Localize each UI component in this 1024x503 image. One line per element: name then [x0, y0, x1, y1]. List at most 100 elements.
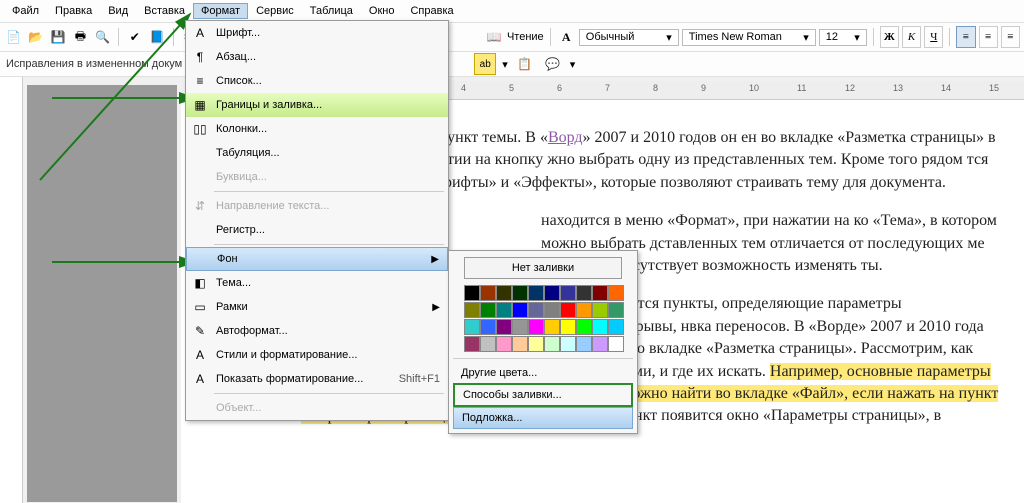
color-swatch[interactable]: [560, 285, 576, 301]
para-icon[interactable]: A: [557, 26, 576, 48]
menu-item[interactable]: Табуляция...: [186, 141, 448, 165]
menu-item[interactable]: ✎Автоформат...: [186, 319, 448, 343]
menu-item[interactable]: ◧Тема...: [186, 271, 448, 295]
align-center-button[interactable]: ≡: [979, 26, 998, 48]
color-swatch[interactable]: [464, 302, 480, 318]
color-swatch[interactable]: [528, 336, 544, 352]
other-colors-item[interactable]: Другие цвета...: [453, 363, 633, 383]
menu-item-icon: ≡: [191, 72, 209, 90]
research-icon[interactable]: 📘: [147, 26, 166, 48]
menu-help[interactable]: Справка: [402, 3, 461, 19]
color-swatch[interactable]: [544, 285, 560, 301]
menu-window[interactable]: Окно: [361, 3, 403, 19]
menu-file[interactable]: Файл: [4, 3, 47, 19]
font-combo[interactable]: Times New Roman▾: [682, 29, 816, 46]
color-swatch[interactable]: [496, 302, 512, 318]
menu-item[interactable]: AСтили и форматирование...: [186, 343, 448, 367]
color-swatch[interactable]: [464, 336, 480, 352]
menu-edit[interactable]: Правка: [47, 3, 100, 19]
color-swatch[interactable]: [592, 319, 608, 335]
menu-item[interactable]: ▦Границы и заливка...: [186, 93, 448, 117]
color-swatch[interactable]: [560, 302, 576, 318]
color-swatch[interactable]: [592, 285, 608, 301]
color-swatch[interactable]: [560, 319, 576, 335]
menu-item-icon: ✎: [191, 322, 209, 340]
menu-item[interactable]: ▯▯Колонки...: [186, 117, 448, 141]
color-swatch[interactable]: [528, 319, 544, 335]
menu-item-icon: A: [191, 370, 209, 388]
color-swatch[interactable]: [528, 302, 544, 318]
menu-item-label: Шрифт...: [216, 27, 260, 39]
menu-item[interactable]: AПоказать форматирование...Shift+F1: [186, 367, 448, 391]
balloon-icon[interactable]: 💬: [542, 53, 564, 75]
menu-item-icon: A: [191, 346, 209, 364]
link-word[interactable]: Ворд: [548, 129, 583, 146]
fill-methods-item[interactable]: Способы заливки...: [453, 383, 633, 407]
color-swatch[interactable]: [608, 336, 624, 352]
color-swatch[interactable]: [592, 302, 608, 318]
highlight-icon[interactable]: ab: [474, 53, 496, 75]
color-swatch[interactable]: [608, 319, 624, 335]
menu-format[interactable]: Формат: [193, 3, 248, 19]
menu-item-icon: ▦: [191, 96, 209, 114]
color-swatch[interactable]: [576, 336, 592, 352]
open-icon[interactable]: 📂: [26, 26, 45, 48]
menu-view[interactable]: Вид: [100, 3, 136, 19]
size-combo[interactable]: 12▾: [819, 29, 867, 46]
style-combo[interactable]: Обычный▾: [579, 29, 679, 46]
color-swatch[interactable]: [528, 285, 544, 301]
menu-insert[interactable]: Вставка: [136, 3, 193, 19]
color-swatch[interactable]: [512, 319, 528, 335]
reading-icon[interactable]: 📖: [485, 26, 504, 48]
color-swatch[interactable]: [512, 336, 528, 352]
menu-item-label: Тема...: [216, 277, 251, 289]
color-swatch[interactable]: [496, 336, 512, 352]
color-swatch[interactable]: [576, 319, 592, 335]
new-doc-icon[interactable]: 📄: [4, 26, 23, 48]
reading-label: Чтение: [507, 31, 544, 43]
bold-button[interactable]: Ж: [880, 26, 899, 48]
save-icon[interactable]: 💾: [49, 26, 68, 48]
submenu-arrow-icon: ▶: [431, 254, 439, 265]
spellcheck-icon[interactable]: ✔: [125, 26, 144, 48]
align-right-button[interactable]: ≡: [1001, 26, 1020, 48]
color-swatch[interactable]: [480, 285, 496, 301]
color-swatch[interactable]: [480, 302, 496, 318]
italic-button[interactable]: К: [902, 26, 921, 48]
color-swatch[interactable]: [512, 302, 528, 318]
watermark-item[interactable]: Подложка...: [453, 407, 633, 429]
color-swatch[interactable]: [544, 302, 560, 318]
align-left-button[interactable]: ≡: [956, 26, 975, 48]
color-swatch[interactable]: [512, 285, 528, 301]
color-swatch[interactable]: [480, 336, 496, 352]
print-icon[interactable]: 🖶: [71, 26, 90, 48]
menu-table[interactable]: Таблица: [302, 3, 361, 19]
color-swatch[interactable]: [608, 302, 624, 318]
menu-item[interactable]: Регистр...: [186, 218, 448, 242]
underline-button[interactable]: Ч: [924, 26, 943, 48]
color-swatch[interactable]: [544, 336, 560, 352]
menu-item[interactable]: Фон▶: [186, 247, 448, 271]
color-swatch[interactable]: [464, 285, 480, 301]
menu-item-label: Рамки: [216, 301, 248, 313]
menu-item[interactable]: ≡Список...: [186, 69, 448, 93]
color-swatch[interactable]: [480, 319, 496, 335]
color-swatch[interactable]: [576, 285, 592, 301]
color-swatch[interactable]: [608, 285, 624, 301]
print-preview-icon[interactable]: 🔍: [93, 26, 112, 48]
color-swatch[interactable]: [496, 285, 512, 301]
menu-service[interactable]: Сервис: [248, 3, 302, 19]
color-swatch[interactable]: [592, 336, 608, 352]
revisions-label: Исправления в измененном докум: [6, 58, 182, 70]
menu-item[interactable]: ¶Абзац...: [186, 45, 448, 69]
no-fill-button[interactable]: Нет заливки: [464, 257, 622, 279]
color-swatch[interactable]: [464, 319, 480, 335]
color-swatch[interactable]: [544, 319, 560, 335]
color-swatch[interactable]: [576, 302, 592, 318]
menu-item[interactable]: AШрифт...: [186, 21, 448, 45]
comment-icon[interactable]: 📋: [514, 53, 536, 75]
color-swatch[interactable]: [560, 336, 576, 352]
color-swatch[interactable]: [496, 319, 512, 335]
menu-item[interactable]: ▭Рамки▶: [186, 295, 448, 319]
menu-item: Буквица...: [186, 165, 448, 189]
